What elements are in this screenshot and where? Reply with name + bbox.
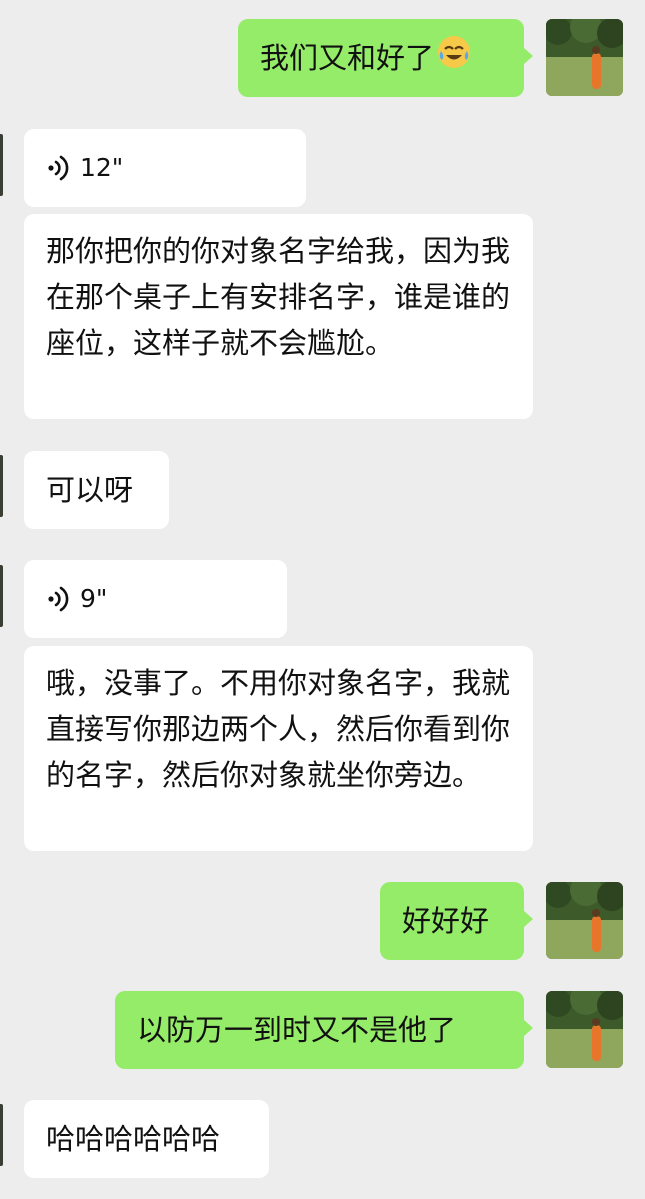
incoming-message-bubble[interactable]: 哦，没事了。不用你对象名字，我就直接写你那边两个人，然后你看到你的名字，然后你对…	[24, 646, 533, 851]
user-avatar[interactable]	[546, 882, 623, 959]
left-avatar-edge	[0, 134, 3, 196]
message-text: 哈哈哈哈哈哈	[46, 1122, 221, 1156]
voice-duration: 9"	[80, 584, 108, 613]
incoming-message-bubble[interactable]: 哈哈哈哈哈哈	[24, 1100, 269, 1178]
user-avatar[interactable]	[546, 19, 623, 96]
voice-wave-icon	[46, 584, 70, 614]
incoming-message-bubble[interactable]: 那你把你的你对象名字给我，因为我在那个桌子上有安排名字，谁是谁的座位，这样子就不…	[24, 214, 533, 419]
voice-duration: 12"	[80, 153, 124, 182]
user-avatar[interactable]	[546, 991, 623, 1068]
face-with-tears-of-joy-icon	[436, 21, 472, 99]
left-avatar-edge	[0, 1104, 3, 1166]
left-avatar-edge	[0, 455, 3, 517]
message-text: 好好好	[402, 904, 490, 938]
outgoing-message-bubble[interactable]: 好好好	[380, 882, 533, 960]
message-text: 可以呀	[46, 473, 134, 507]
message-text: 哦，没事了。不用你对象名字，我就直接写你那边两个人，然后你看到你的名字，然后你对…	[46, 666, 511, 792]
chat-screen: 我们又和好了 12" 那你把你的你对象名字给我，因为我在那个桌子上有安排名字，谁…	[0, 0, 645, 1199]
left-avatar-edge	[0, 565, 3, 627]
voice-message-bubble[interactable]: 9"	[24, 560, 287, 638]
message-text: 那你把你的你对象名字给我，因为我在那个桌子上有安排名字，谁是谁的座位，这样子就不…	[46, 234, 511, 360]
incoming-message-bubble[interactable]: 可以呀	[24, 451, 169, 529]
outgoing-message-bubble[interactable]: 我们又和好了	[238, 19, 533, 99]
message-text: 我们又和好了	[260, 41, 435, 75]
message-text: 以防万一到时又不是他了	[137, 1013, 457, 1047]
outgoing-message-bubble[interactable]: 以防万一到时又不是他了	[115, 991, 533, 1069]
voice-message-bubble[interactable]: 12"	[24, 129, 306, 207]
voice-wave-icon	[46, 153, 70, 183]
